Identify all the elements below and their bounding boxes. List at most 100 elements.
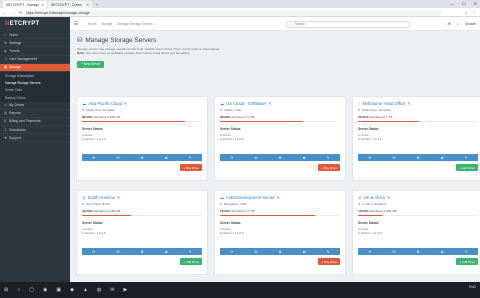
- maximize-button[interactable]: ☐: [462, 1, 466, 6]
- forward-icon[interactable]: →: [11, 10, 15, 15]
- edit-icon[interactable]: ✎: [117, 195, 121, 200]
- close-window-button[interactable]: ✕: [474, 1, 477, 6]
- refresh-button[interactable]: ⟳: [358, 154, 382, 161]
- buy-drive-button[interactable]: + Buy Drive: [318, 164, 340, 171]
- edit-icon[interactable]: ✎: [268, 101, 272, 106]
- browser-tab-storage[interactable]: NETCRYPT - Storage ✕: [3, 1, 47, 8]
- transfer-button[interactable]: ⇄: [292, 248, 316, 255]
- server-name[interactable]: ☁ India Development Server ✎: [220, 195, 340, 200]
- task-view-icon[interactable]: ▢: [29, 287, 34, 293]
- app-icon[interactable]: ◆: [70, 287, 74, 293]
- search-icon[interactable]: ○: [17, 287, 20, 293]
- app-icon[interactable]: ◍: [97, 287, 101, 293]
- sidebar-item-reports[interactable]: ▥ Reports ›: [0, 110, 70, 118]
- buy-drive-button[interactable]: + Buy Drive: [318, 258, 340, 265]
- file-explorer-icon[interactable]: ▣: [56, 287, 61, 293]
- edit-icon[interactable]: ✎: [387, 195, 391, 200]
- mail-button[interactable]: ✉: [106, 154, 130, 161]
- sidebar-item-turrets[interactable]: ◈ Turrets ›: [0, 47, 70, 56]
- refresh-button[interactable]: ⟳: [220, 154, 244, 161]
- bell-icon[interactable]: ♪: [457, 21, 459, 26]
- search-input[interactable]: [290, 21, 409, 27]
- add-drive-button[interactable]: + Add Drive: [456, 164, 478, 171]
- logo[interactable]: NETCRYPT: [0, 17, 70, 31]
- breadcrumb-storage[interactable]: Storage: [101, 22, 112, 26]
- sidebar-item-storage[interactable]: ▤ Storage ⌄: [0, 63, 70, 72]
- server-name[interactable]: ☁ Asia Pacific Cloud ✎: [82, 101, 202, 106]
- gear-button[interactable]: ⚙: [268, 248, 292, 255]
- sidebar-item-downloads[interactable]: ⇩ Downloads: [0, 126, 70, 135]
- mail-button[interactable]: ✉: [244, 154, 268, 161]
- server-name[interactable]: ⌂ Melbourne Head Office ✎: [358, 101, 478, 106]
- sidebar-subitem-server-data[interactable]: Server Data: [0, 86, 70, 95]
- buy-drive-button[interactable]: + Buy Drive: [180, 164, 202, 171]
- sidebar-item-settings[interactable]: ⚙ Settings ›: [0, 39, 70, 48]
- transfer-button[interactable]: ⇄: [430, 248, 454, 255]
- url-field[interactable]: https://netcrypt.io/storage/manage-stora…: [22, 9, 442, 16]
- mail-icon[interactable]: ✉: [110, 287, 114, 293]
- transfer-button[interactable]: ⇄: [430, 154, 454, 161]
- sidebar-item-my-drives[interactable]: ▭ My Drives ›: [0, 102, 70, 110]
- sidebar-item-home[interactable]: ⌂ Home: [0, 31, 70, 40]
- edit-button[interactable]: ✎: [454, 248, 478, 255]
- hamburger-menu-icon[interactable]: ☰: [74, 21, 78, 27]
- sidebar-subitem-manage-storage-servers[interactable]: Manage Storage Servers: [0, 79, 70, 87]
- mail-button[interactable]: ✉: [382, 248, 406, 255]
- transfer-button[interactable]: ⇄: [154, 154, 178, 161]
- new-server-button[interactable]: + New Server: [77, 60, 105, 68]
- star-icon[interactable]: ☆: [464, 10, 468, 15]
- refresh-button[interactable]: ⟳: [220, 248, 244, 255]
- media-icon[interactable]: ▶: [123, 287, 127, 293]
- version-text: Version: 1.1.0.5: [84, 231, 106, 236]
- refresh-button[interactable]: ⟳: [358, 248, 382, 255]
- sidebar-item-billing-and-payments[interactable]: $ Billing and Payments ›: [0, 118, 70, 127]
- transfer-button[interactable]: ⇄: [154, 248, 178, 255]
- mail-button[interactable]: ✉: [106, 248, 130, 255]
- edit-button[interactable]: ✎: [316, 154, 340, 161]
- action-bar: ⟳ ✉ ⚙ ⇄ ✎: [358, 248, 478, 255]
- transfer-button[interactable]: ⇄: [292, 154, 316, 161]
- sidebar-item-support[interactable]: ✚ Support: [0, 134, 70, 143]
- browser-tab-drives[interactable]: NETCRYPT - Drives ✕: [48, 1, 92, 8]
- gear-button[interactable]: ⚙: [268, 154, 292, 161]
- add-drive-button[interactable]: + Add Drive: [456, 258, 478, 265]
- new-tab-button[interactable]: +: [93, 1, 100, 8]
- close-icon[interactable]: ✕: [86, 3, 89, 7]
- gear-button[interactable]: ⚙: [406, 154, 430, 161]
- back-icon[interactable]: ←: [3, 10, 7, 15]
- edit-icon[interactable]: ✎: [277, 195, 281, 200]
- edit-button[interactable]: ✎: [454, 154, 478, 161]
- menu-dots-icon[interactable]: ⋮: [472, 10, 476, 15]
- refresh-button[interactable]: ⟳: [82, 154, 106, 161]
- sidebar-subitem-backup-drives[interactable]: Backup Drives: [0, 94, 70, 102]
- search-box[interactable]: ⌕: [286, 20, 410, 28]
- app: NETCRYPT ☰ Home / Storage / Manage Stora…: [0, 17, 480, 282]
- edit-icon[interactable]: ✎: [124, 101, 128, 106]
- sidebar-subitem-storage-marketplace[interactable]: Storage Marketplace: [0, 71, 70, 80]
- mail-button[interactable]: ✉: [244, 248, 268, 255]
- mail-button[interactable]: ✉: [382, 154, 406, 161]
- sidebar-item-user-management[interactable]: ☺ User Management ›: [0, 56, 70, 64]
- windows-start-icon[interactable]: ⊞: [4, 287, 8, 293]
- minimize-button[interactable]: —: [450, 1, 454, 6]
- mail-icon[interactable]: ✉: [448, 21, 451, 26]
- edit-icon[interactable]: ✎: [408, 101, 412, 106]
- info-icon: ●: [82, 137, 84, 142]
- edit-button[interactable]: ✎: [178, 248, 202, 255]
- edit-button[interactable]: ✎: [316, 248, 340, 255]
- gear-button[interactable]: ⚙: [130, 248, 154, 255]
- server-name[interactable]: ☁ US Cloud - SoftWater ✎: [220, 101, 340, 106]
- server-card: ☁ Asia Pacific Cloud ✎ ⚲ Melbourne, Aust…: [76, 96, 208, 181]
- edit-button[interactable]: ✎: [178, 154, 202, 161]
- close-icon[interactable]: ✕: [41, 3, 44, 7]
- server-name[interactable]: ◎ UK & Africa ✎: [358, 195, 478, 200]
- breadcrumb-home[interactable]: Home: [88, 22, 97, 26]
- add-drive-button[interactable]: + Add Drive: [180, 258, 202, 265]
- refresh-button[interactable]: ⟳: [82, 248, 106, 255]
- gear-button[interactable]: ⚙: [406, 248, 430, 255]
- app-icon[interactable]: ▲: [83, 287, 88, 293]
- server-name[interactable]: ◎ South America ✎: [82, 195, 202, 200]
- user-name[interactable]: Sinclair: [465, 22, 476, 26]
- browser-icon[interactable]: ◉: [43, 287, 47, 293]
- gear-button[interactable]: ⚙: [130, 154, 154, 161]
